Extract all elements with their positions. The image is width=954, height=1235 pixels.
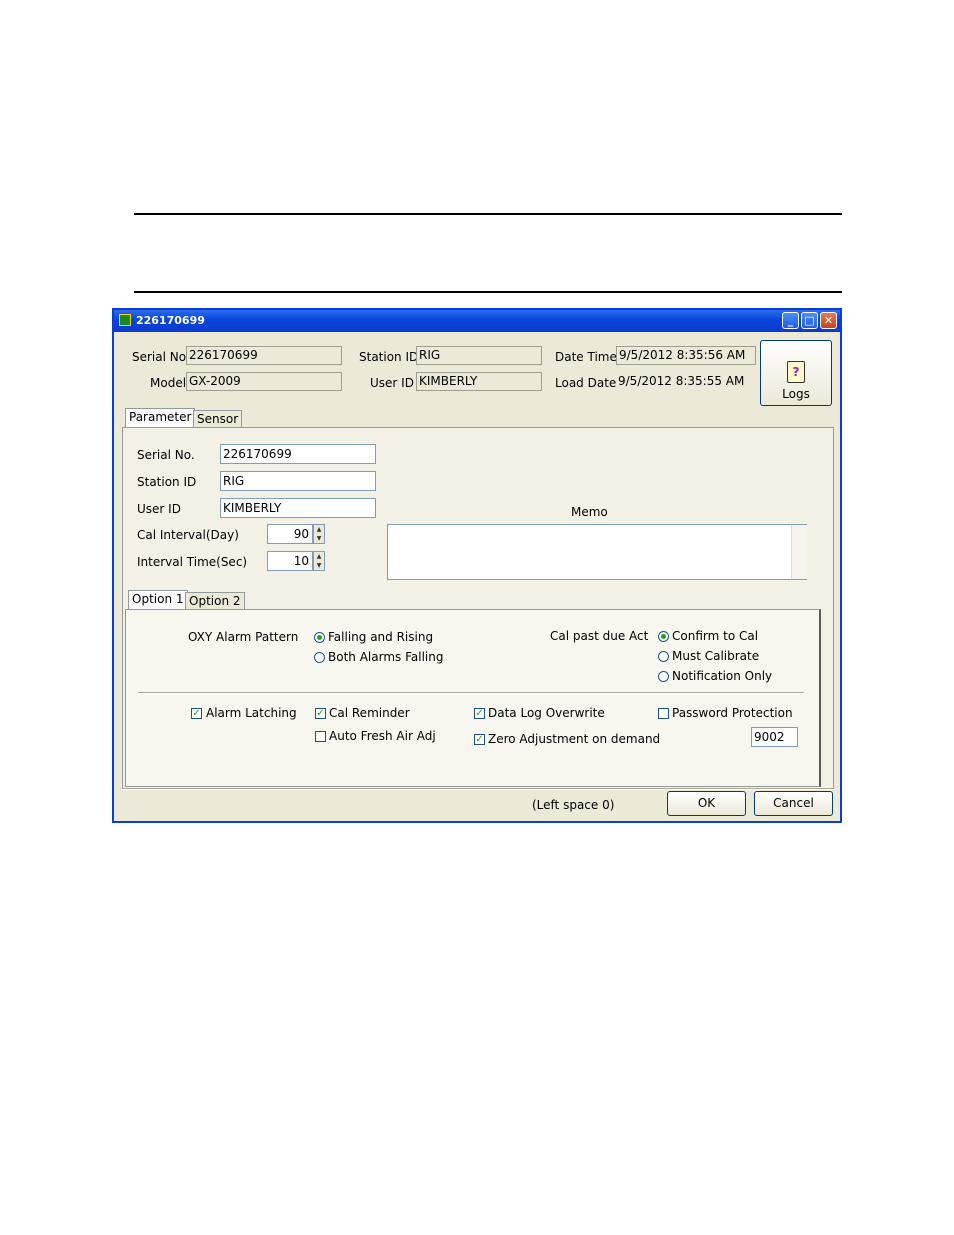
- interval-time-spinner[interactable]: ▲ ▼: [313, 551, 325, 571]
- app-icon: [119, 314, 131, 326]
- logs-label: Logs: [782, 387, 810, 401]
- header-station-value: RIG: [416, 346, 542, 365]
- header-model-label: Model: [150, 376, 187, 390]
- left-space-status: (Left space 0): [532, 798, 615, 812]
- cal-past-option-notify: Notification Only: [672, 669, 773, 683]
- password-protection-checkbox[interactable]: [658, 708, 669, 719]
- maximize-icon[interactable]: □: [801, 312, 818, 329]
- auto-fresh-checkbox[interactable]: [315, 731, 326, 742]
- header-station-label: Station ID: [359, 350, 419, 364]
- cal-past-label: Cal past due Act: [550, 629, 649, 643]
- parameter-panel: Serial No. 226170699 Station ID RIG User…: [122, 427, 834, 789]
- tab-option2[interactable]: Option 2: [185, 592, 245, 610]
- header-user-label: User ID: [370, 376, 414, 390]
- alarm-latching-checkbox[interactable]: ✓: [191, 708, 202, 719]
- oxy-radio-both-falling[interactable]: [314, 652, 325, 663]
- cal-past-radio-confirm[interactable]: [658, 631, 669, 642]
- memo-scrollbar[interactable]: [791, 525, 807, 579]
- cal-past-option-must: Must Calibrate: [672, 649, 760, 663]
- header-model-value: GX-2009: [186, 372, 342, 391]
- header-loaddate-label: Load Date: [555, 376, 617, 390]
- cal-interval-label: Cal Interval(Day): [137, 528, 239, 542]
- alarm-latching-label: Alarm Latching: [206, 706, 297, 720]
- oxy-alarm-label: OXY Alarm Pattern: [188, 630, 299, 644]
- logs-button[interactable]: ? Logs: [760, 340, 832, 406]
- tab-option1[interactable]: Option 1: [128, 590, 188, 610]
- param-serial-label: Serial No.: [137, 448, 195, 462]
- auto-fresh-label: Auto Fresh Air Adj: [329, 729, 436, 743]
- param-station-label: Station ID: [137, 475, 197, 489]
- header-serial-label: Serial No.: [132, 350, 190, 364]
- minimize-icon[interactable]: _: [782, 312, 799, 329]
- header-datetime-label: Date Time: [555, 350, 617, 364]
- zero-adjust-checkbox[interactable]: ✓: [474, 734, 485, 745]
- cal-interval-spinner[interactable]: ▲ ▼: [313, 524, 325, 544]
- cal-past-radio-notify[interactable]: [658, 671, 669, 682]
- cancel-button[interactable]: Cancel: [754, 791, 833, 816]
- tab-parameter[interactable]: Parameter: [125, 408, 196, 428]
- logs-book-icon: ?: [787, 361, 805, 383]
- serial-input[interactable]: 226170699: [220, 444, 376, 464]
- ok-button[interactable]: OK: [667, 791, 746, 816]
- oxy-radio-falling-rising[interactable]: [314, 632, 325, 643]
- param-user-label: User ID: [137, 502, 181, 516]
- option-separator: [138, 692, 804, 694]
- header-serial-value: 226170699: [186, 346, 342, 365]
- header-datetime-value: 9/5/2012 8:35:56 AM: [616, 346, 756, 365]
- bottom-rule: [134, 291, 842, 293]
- oxy-option-both-falling: Both Alarms Falling: [328, 650, 444, 664]
- cal-past-option-confirm: Confirm to Cal: [672, 629, 759, 643]
- data-log-overwrite-label: Data Log Overwrite: [488, 706, 605, 720]
- interval-time-label: Interval Time(Sec): [137, 555, 248, 569]
- cal-reminder-label: Cal Reminder: [329, 706, 410, 720]
- title-bar[interactable]: 226170699 _ □ ✕: [114, 310, 840, 332]
- user-input[interactable]: KIMBERLY: [220, 498, 376, 518]
- dialog-window: 226170699 _ □ ✕ Serial No. 226170699 Mod…: [112, 308, 842, 823]
- oxy-option-falling-rising: Falling and Rising: [328, 630, 434, 644]
- top-rule: [134, 213, 842, 215]
- zero-adjust-label: Zero Adjustment on demand: [488, 732, 661, 746]
- cal-interval-input[interactable]: 90: [267, 524, 313, 544]
- tab-sensor[interactable]: Sensor: [193, 410, 243, 428]
- memo-textarea[interactable]: [387, 524, 807, 580]
- footer-separator: [122, 788, 834, 790]
- password-input[interactable]: 9002: [751, 727, 798, 747]
- cal-past-radio-must[interactable]: [658, 651, 669, 662]
- password-protection-label: Password Protection: [672, 706, 793, 720]
- window-title: 226170699: [136, 314, 205, 327]
- close-icon[interactable]: ✕: [820, 312, 837, 329]
- interval-time-input[interactable]: 10: [267, 551, 313, 571]
- memo-label: Memo: [571, 505, 608, 519]
- data-log-overwrite-checkbox[interactable]: ✓: [474, 708, 485, 719]
- cal-reminder-checkbox[interactable]: ✓: [315, 708, 326, 719]
- option1-panel: OXY Alarm Pattern Falling and Rising Bot…: [125, 609, 821, 787]
- station-input[interactable]: RIG: [220, 471, 376, 491]
- header-loaddate-value: 9/5/2012 8:35:55 AM: [618, 374, 745, 388]
- header-user-value: KIMBERLY: [416, 372, 542, 391]
